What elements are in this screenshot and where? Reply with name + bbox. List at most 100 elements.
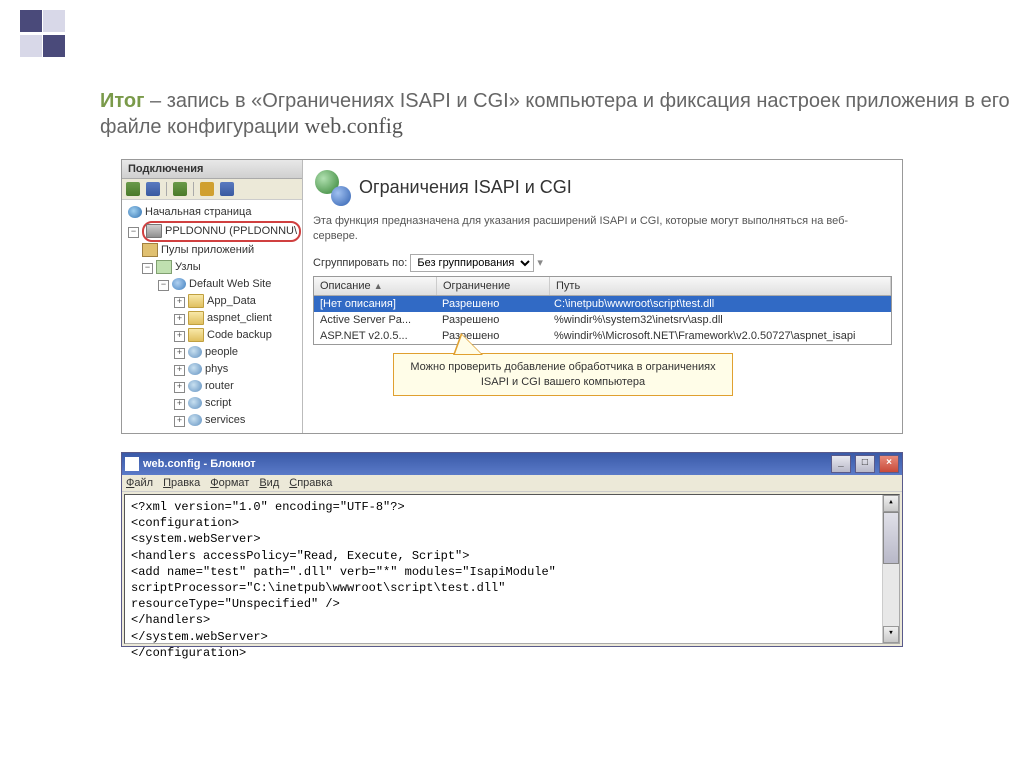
toolbar-icon[interactable] xyxy=(220,182,234,196)
scroll-up-button[interactable]: ▴ xyxy=(883,495,899,512)
expand-icon[interactable]: + xyxy=(174,399,185,410)
window-controls: _ □ × xyxy=(830,455,899,473)
scroll-down-button[interactable]: ▾ xyxy=(883,626,899,643)
tree-server-node[interactable]: −PPLDONNU (PPLDONNU\ xyxy=(124,221,300,242)
expand-icon[interactable]: − xyxy=(142,263,153,274)
table-row[interactable]: Active Server Pa...Разрешено%windir%\sys… xyxy=(314,312,891,328)
expand-icon[interactable]: − xyxy=(158,280,169,291)
cell-path: C:\inetpub\wwwroot\script\test.dll xyxy=(548,296,891,312)
menu-item[interactable]: Формат xyxy=(210,477,249,489)
vertical-scrollbar[interactable]: ▴ ▾ xyxy=(882,495,899,643)
close-button[interactable]: × xyxy=(879,455,899,473)
expand-icon[interactable]: + xyxy=(174,348,185,359)
callout-tip: Можно проверить добавление обработчика в… xyxy=(393,353,733,397)
column-path[interactable]: Путь xyxy=(550,277,891,295)
tree-label: Code backup xyxy=(207,329,272,341)
expand-icon[interactable]: + xyxy=(174,297,185,308)
folder-icon xyxy=(188,328,204,342)
callout-text: Можно проверить добавление обработчика в… xyxy=(393,353,733,397)
folder-icon xyxy=(188,380,202,392)
groupby-label: Сгруппировать по: xyxy=(313,257,407,269)
tree-folder[interactable]: + services xyxy=(124,412,300,429)
iis-manager-window: Подключения Начальная страница −PPLDONNU… xyxy=(121,159,903,434)
connections-sidebar: Подключения Начальная страница −PPLDONNU… xyxy=(122,160,303,433)
expand-icon[interactable]: + xyxy=(174,382,185,393)
toolbar-separator xyxy=(166,182,167,196)
cell-restriction: Разрешено xyxy=(436,312,548,328)
expand-icon[interactable]: + xyxy=(174,331,185,342)
pane-title: Ограничения ISAPI и CGI xyxy=(359,177,572,198)
cell-path: %windir%\Microsoft.NET\Framework\v2.0.50… xyxy=(548,328,891,344)
isapi-cgi-icon xyxy=(313,168,351,206)
groupby-bar: Сгруппировать по: Без группирования ▾ xyxy=(313,254,892,272)
toolbar-icon[interactable] xyxy=(126,182,140,196)
tree-label: script xyxy=(205,397,231,409)
tree-app-pools[interactable]: Пулы приложений xyxy=(124,242,300,259)
slide-decor xyxy=(0,0,1024,60)
notepad-content[interactable]: <?xml version="1.0" encoding="UTF-8"?><c… xyxy=(124,494,900,644)
expand-icon[interactable]: − xyxy=(128,227,139,238)
maximize-button[interactable]: □ xyxy=(855,455,875,473)
folder-icon xyxy=(188,363,202,375)
sites-icon xyxy=(156,260,172,274)
tree-folder[interactable]: + script xyxy=(124,395,300,412)
expand-icon[interactable]: + xyxy=(174,365,185,376)
column-description[interactable]: Описание ▲ xyxy=(314,277,437,295)
notepad-icon xyxy=(125,457,139,471)
notepad-window: web.config - Блокнот _ □ × Файл Правка Фор… xyxy=(121,452,903,647)
menu-item[interactable]: Правка xyxy=(163,477,200,489)
site-icon xyxy=(172,278,186,290)
tree-folder[interactable]: + phys xyxy=(124,361,300,378)
toolbar-icon[interactable] xyxy=(173,182,187,196)
tree-label: services xyxy=(205,414,245,426)
table-row[interactable]: [Нет описания]РазрешеноC:\inetpub\wwwroo… xyxy=(314,296,891,312)
toolbar-icon[interactable] xyxy=(146,182,160,196)
cell-description: Active Server Pa... xyxy=(314,312,436,328)
cell-path: %windir%\system32\inetsrv\asp.dll xyxy=(548,312,891,328)
grid-header: Описание ▲ Ограничение Путь xyxy=(314,277,891,296)
tree-label: App_Data xyxy=(207,295,256,307)
cell-description: ASP.NET v2.0.5... xyxy=(314,328,436,344)
notepad-title: web.config - Блокнот xyxy=(143,458,256,470)
expand-icon[interactable]: + xyxy=(174,416,185,427)
pane-description: Эта функция предназначена для указания р… xyxy=(313,214,892,244)
menu-item[interactable]: Вид xyxy=(259,477,279,489)
menu-item[interactable]: Справка xyxy=(289,477,332,489)
minimize-button[interactable]: _ xyxy=(831,455,851,473)
tree-default-site[interactable]: −Default Web Site xyxy=(124,276,300,293)
main-pane: Ограничения ISAPI и CGI Эта функция пред… xyxy=(303,160,902,433)
tree-folder[interactable]: + Code backup xyxy=(124,327,300,344)
table-row[interactable]: ASP.NET v2.0.5...Разрешено%windir%\Micro… xyxy=(314,328,891,344)
folder-icon xyxy=(188,294,204,308)
tree-folder[interactable]: +router xyxy=(124,378,300,395)
tree-start-page[interactable]: Начальная страница xyxy=(124,204,300,221)
tree-label: phys xyxy=(205,363,228,375)
tree-label: people xyxy=(205,346,238,358)
folder-icon xyxy=(188,414,202,426)
sidebar-title: Подключения xyxy=(122,160,302,179)
folder-icon xyxy=(188,346,202,358)
sidebar-toolbar xyxy=(122,179,302,200)
tree-folder[interactable]: + people xyxy=(124,344,300,361)
column-restriction[interactable]: Ограничение xyxy=(437,277,550,295)
tree-folder[interactable]: + App_Data xyxy=(124,293,300,310)
pool-icon xyxy=(142,243,158,257)
groupby-select[interactable]: Без группирования xyxy=(410,254,534,272)
tree-sites[interactable]: −Узлы xyxy=(124,259,300,276)
tree-label: aspnet_client xyxy=(207,312,272,324)
connections-tree: Начальная страница −PPLDONNU (PPLDONNU\ … xyxy=(122,200,302,433)
notepad-menubar: Файл Правка Формат Вид Справка xyxy=(122,475,902,492)
menu-item[interactable]: Файл xyxy=(126,477,153,489)
tree-folder[interactable]: + aspnet_client xyxy=(124,310,300,327)
folder-icon xyxy=(188,311,204,325)
expand-icon[interactable]: + xyxy=(174,314,185,325)
slide-title: Итог – запись в «Ограничениях ISAPI и CG… xyxy=(0,60,1024,159)
toolbar-icon[interactable] xyxy=(200,182,214,196)
notepad-titlebar[interactable]: web.config - Блокнот _ □ × xyxy=(122,453,902,475)
toolbar-separator xyxy=(193,182,194,196)
scroll-thumb[interactable] xyxy=(883,512,899,564)
cell-restriction: Разрешено xyxy=(436,296,548,312)
cell-description: [Нет описания] xyxy=(314,296,436,312)
globe-icon xyxy=(128,206,142,218)
server-icon xyxy=(146,224,162,238)
